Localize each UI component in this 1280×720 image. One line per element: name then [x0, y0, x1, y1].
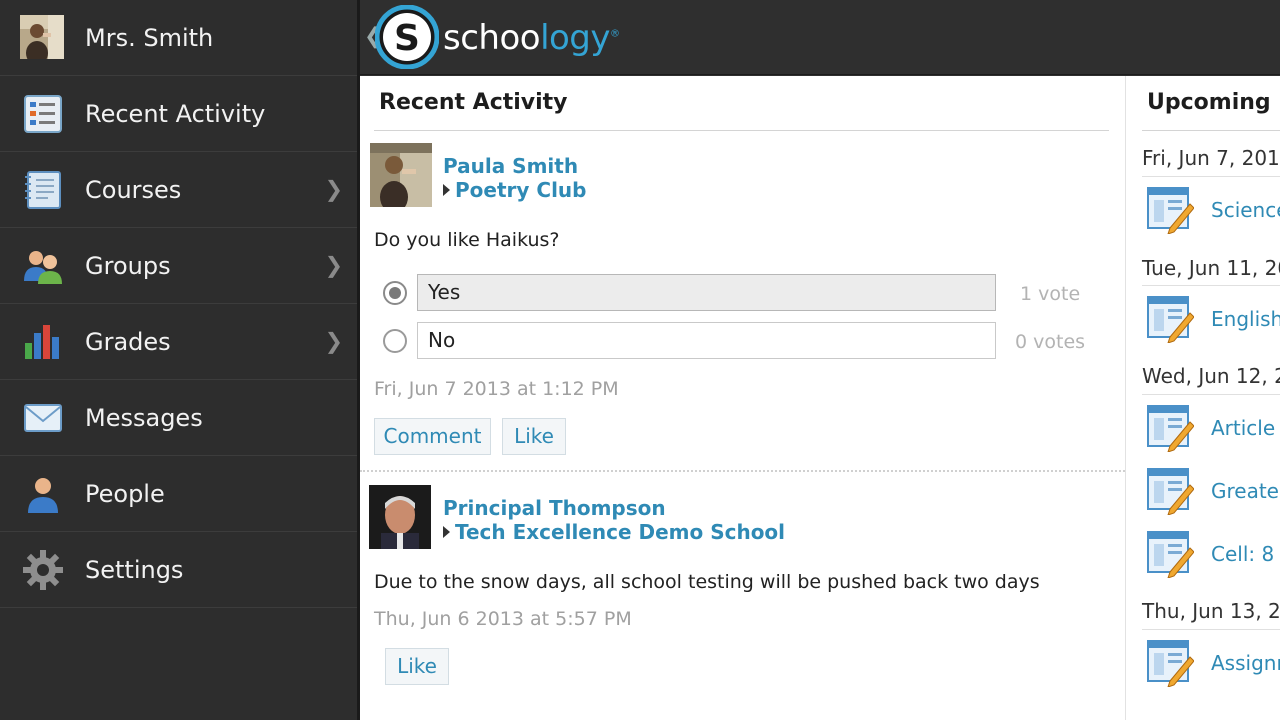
author-avatar[interactable]: [369, 485, 431, 549]
page-title: Recent Activity: [379, 90, 568, 115]
chevron-right-icon: ❯: [324, 253, 343, 278]
assignment-icon: [1146, 639, 1195, 688]
sidebar-item-label: Grades: [85, 327, 171, 356]
triangle-right-icon: [443, 526, 450, 538]
upcoming-item-link[interactable]: Science: [1211, 198, 1280, 222]
svg-text:S: S: [394, 18, 420, 59]
post-group-link[interactable]: Poetry Club: [443, 178, 586, 202]
triangle-right-icon: [443, 184, 450, 196]
sidebar-item-courses[interactable]: Courses ❯: [0, 152, 357, 228]
post-body: Do you like Haikus?: [374, 229, 560, 251]
sidebar-item-label: Recent Activity: [85, 99, 266, 128]
poll-radio-no[interactable]: [383, 329, 407, 353]
assignment-icon: [1146, 186, 1195, 235]
sidebar-item-label: Courses: [85, 175, 182, 204]
sidebar-item-label: People: [85, 479, 165, 508]
logo-trademark: ®: [610, 28, 620, 40]
user-avatar: [20, 15, 64, 59]
upcoming-date-header: Thu, Jun 13, 2013: [1142, 599, 1280, 623]
upcoming-date-header: Tue, Jun 11, 2013: [1142, 256, 1280, 280]
courses-notebook-icon: [22, 169, 64, 211]
app-header: ❮ S schoology®: [360, 0, 1280, 75]
like-button[interactable]: Like: [385, 648, 449, 685]
post-timestamp: Thu, Jun 6 2013 at 5:57 PM: [374, 608, 632, 630]
post-body: Due to the snow days, all school testing…: [374, 571, 1040, 593]
post-group-link[interactable]: Tech Excellence Demo School: [443, 520, 785, 544]
sidebar-item-messages[interactable]: Messages: [0, 380, 357, 456]
post-author-link[interactable]: Principal Thompson: [443, 496, 666, 520]
post-group-label: Tech Excellence Demo School: [455, 520, 786, 544]
envelope-icon: [22, 397, 64, 439]
schoology-logo-icon[interactable]: S: [374, 4, 440, 73]
sidebar-item-groups[interactable]: Groups ❯: [0, 228, 357, 304]
chevron-right-icon: ❯: [324, 329, 343, 354]
chevron-right-icon: ❯: [324, 177, 343, 202]
post-timestamp: Fri, Jun 7 2013 at 1:12 PM: [374, 378, 619, 400]
poll-vote-count: 1 vote: [1020, 283, 1081, 305]
upcoming-panel: Upcoming Fri, Jun 7, 2013 Science Tue, J…: [1125, 76, 1280, 720]
person-icon: [22, 473, 64, 515]
upcoming-item-link[interactable]: Greates: [1211, 479, 1280, 503]
sidebar-item-settings[interactable]: Settings: [0, 532, 357, 608]
poll-option-no[interactable]: No: [417, 322, 996, 359]
upcoming-item-link[interactable]: Article: [1211, 416, 1275, 440]
author-avatar[interactable]: [370, 143, 432, 207]
sidebar-item-people[interactable]: People: [0, 456, 357, 532]
poll-option-yes[interactable]: Yes: [417, 274, 996, 311]
upcoming-title: Upcoming: [1147, 90, 1271, 115]
upcoming-item-link[interactable]: Cell: 8 1: [1211, 542, 1280, 566]
assignment-icon: [1146, 295, 1195, 344]
sidebar-user-row[interactable]: Mrs. Smith: [0, 0, 357, 76]
sidebar-item-label: Messages: [85, 403, 203, 432]
grades-bar-chart-icon: [22, 321, 64, 363]
assignment-icon: [1146, 530, 1195, 579]
logo-text-part: schoo: [443, 18, 541, 58]
date-divider: [1142, 629, 1280, 630]
groups-people-icon: [22, 245, 64, 287]
title-divider: [374, 130, 1109, 131]
comment-button[interactable]: Comment: [374, 418, 491, 455]
post-group-label: Poetry Club: [455, 178, 587, 202]
sidebar-item-recent-activity[interactable]: Recent Activity: [0, 76, 357, 152]
app-logo-wordmark: schoology®: [443, 18, 620, 58]
poll-vote-count: 0 votes: [1015, 331, 1086, 353]
assignment-icon: [1146, 467, 1195, 516]
post-separator: [360, 470, 1125, 472]
post-author-link[interactable]: Paula Smith: [443, 154, 578, 178]
date-divider: [1142, 285, 1280, 286]
upcoming-item-link[interactable]: Assignm: [1211, 651, 1280, 675]
sidebar-item-label: Groups: [85, 251, 171, 280]
sidebar-item-label: Settings: [85, 555, 184, 584]
gear-icon: [22, 549, 64, 591]
sidebar: Mrs. Smith Recent Activity Courses ❯ Gro…: [0, 0, 357, 720]
recent-activity-panel: Recent Activity Paula Smith Poetry Club …: [360, 76, 1125, 720]
logo-text-part: logy: [540, 18, 611, 58]
assignment-icon: [1146, 404, 1195, 453]
sidebar-item-grades[interactable]: Grades ❯: [0, 304, 357, 380]
upcoming-item-link[interactable]: English: [1211, 307, 1280, 331]
date-divider: [1142, 176, 1280, 177]
like-button[interactable]: Like: [502, 418, 566, 455]
recent-activity-icon: [22, 93, 64, 135]
upcoming-date-header: Wed, Jun 12, 2013: [1142, 364, 1280, 388]
date-divider: [1142, 394, 1280, 395]
title-divider: [1142, 130, 1280, 131]
poll-radio-yes[interactable]: [383, 281, 407, 305]
user-name: Mrs. Smith: [85, 23, 214, 52]
upcoming-date-header: Fri, Jun 7, 2013: [1142, 146, 1280, 170]
